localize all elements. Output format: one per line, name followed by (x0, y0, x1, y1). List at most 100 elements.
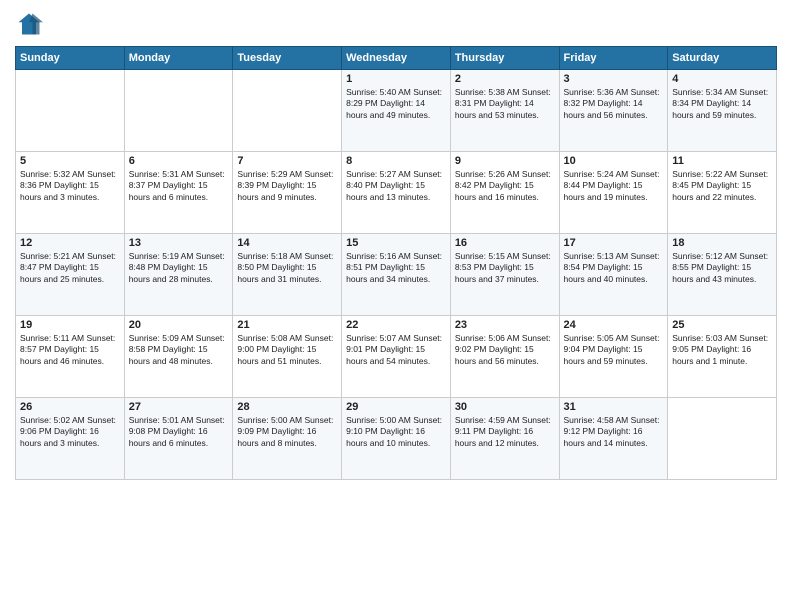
day-number: 1 (346, 73, 446, 85)
day-content: Sunrise: 5:18 AM Sunset: 8:50 PM Dayligh… (237, 251, 337, 285)
day-number: 20 (129, 319, 229, 331)
day-content: Sunrise: 5:21 AM Sunset: 8:47 PM Dayligh… (20, 251, 120, 285)
day-content: Sunrise: 5:03 AM Sunset: 9:05 PM Dayligh… (672, 333, 772, 367)
week-row-0: 1 Sunrise: 5:40 AM Sunset: 8:29 PM Daylig… (16, 70, 777, 152)
col-header-monday: Monday (124, 47, 233, 70)
day-cell: 11Sunrise: 5:22 AM Sunset: 8:45 PM Dayli… (668, 152, 777, 234)
logo-icon (15, 10, 43, 38)
day-cell: 16Sunrise: 5:15 AM Sunset: 8:53 PM Dayli… (450, 234, 559, 316)
day-content: Sunrise: 5:01 AM Sunset: 9:08 PM Dayligh… (129, 415, 229, 449)
day-number: 12 (20, 237, 120, 249)
day-cell: 30 Sunrise: 4:59 AM Sunset: 9:11 PM Dayli… (450, 398, 559, 480)
day-content: Sunrise: 5:02 AM Sunset: 9:06 PM Dayligh… (20, 415, 120, 449)
day-content: Sunrise: 5:08 AM Sunset: 9:00 PM Dayligh… (237, 333, 337, 367)
day-content: Sunrise: 5:00 AM Sunset: 9:09 PM Dayligh… (237, 415, 337, 449)
day-cell: 20 Sunrise: 5:09 AM Sunset: 8:58 PM Dayli… (124, 316, 233, 398)
day-cell (668, 398, 777, 480)
day-cell: 14 Sunrise: 5:18 AM Sunset: 8:50 PM Dayli… (233, 234, 342, 316)
day-cell: 12 Sunrise: 5:21 AM Sunset: 8:47 PM Dayli… (16, 234, 125, 316)
day-number: 9 (455, 155, 555, 167)
day-cell: 13 Sunrise: 5:19 AM Sunset: 8:48 PM Dayli… (124, 234, 233, 316)
day-cell: 22 Sunrise: 5:07 AM Sunset: 9:01 PM Dayli… (342, 316, 451, 398)
day-number: 14 (237, 237, 337, 249)
day-cell (124, 70, 233, 152)
day-number: 21 (237, 319, 337, 331)
logo (15, 10, 47, 38)
day-cell: 7 Sunrise: 5:29 AM Sunset: 8:39 PM Daylig… (233, 152, 342, 234)
day-number: 11 (672, 155, 772, 167)
day-number: 28 (237, 401, 337, 413)
day-cell: 26 Sunrise: 5:02 AM Sunset: 9:06 PM Dayli… (16, 398, 125, 480)
day-content: Sunrise: 4:58 AM Sunset: 9:12 PM Dayligh… (564, 415, 664, 449)
day-number: 5 (20, 155, 120, 167)
day-content: Sunrise: 5:40 AM Sunset: 8:29 PM Dayligh… (346, 87, 446, 121)
day-cell: 28 Sunrise: 5:00 AM Sunset: 9:09 PM Dayli… (233, 398, 342, 480)
calendar-table: SundayMondayTuesdayWednesdayThursdayFrid… (15, 46, 777, 480)
day-number: 22 (346, 319, 446, 331)
day-number: 7 (237, 155, 337, 167)
day-content: Sunrise: 5:29 AM Sunset: 8:39 PM Dayligh… (237, 169, 337, 203)
day-cell: 25 Sunrise: 5:03 AM Sunset: 9:05 PM Dayli… (668, 316, 777, 398)
day-number: 30 (455, 401, 555, 413)
day-cell: 9 Sunrise: 5:26 AM Sunset: 8:42 PM Daylig… (450, 152, 559, 234)
day-number: 26 (20, 401, 120, 413)
day-cell: 8 Sunrise: 5:27 AM Sunset: 8:40 PM Daylig… (342, 152, 451, 234)
day-number: 19 (20, 319, 120, 331)
day-number: 31 (564, 401, 664, 413)
day-number: 8 (346, 155, 446, 167)
day-number: 6 (129, 155, 229, 167)
day-number: 17 (564, 237, 664, 249)
day-number: 15 (346, 237, 446, 249)
day-number: 29 (346, 401, 446, 413)
day-cell: 1 Sunrise: 5:40 AM Sunset: 8:29 PM Daylig… (342, 70, 451, 152)
day-number: 10 (564, 155, 664, 167)
header-row: SundayMondayTuesdayWednesdayThursdayFrid… (16, 47, 777, 70)
header (15, 10, 777, 38)
day-content: Sunrise: 5:09 AM Sunset: 8:58 PM Dayligh… (129, 333, 229, 367)
week-row-4: 26 Sunrise: 5:02 AM Sunset: 9:06 PM Dayli… (16, 398, 777, 480)
day-content: Sunrise: 5:06 AM Sunset: 9:02 PM Dayligh… (455, 333, 555, 367)
day-cell (16, 70, 125, 152)
day-number: 23 (455, 319, 555, 331)
day-content: Sunrise: 5:26 AM Sunset: 8:42 PM Dayligh… (455, 169, 555, 203)
day-cell: 27 Sunrise: 5:01 AM Sunset: 9:08 PM Dayli… (124, 398, 233, 480)
week-row-3: 19 Sunrise: 5:11 AM Sunset: 8:57 PM Dayli… (16, 316, 777, 398)
day-cell: 31 Sunrise: 4:58 AM Sunset: 9:12 PM Dayli… (559, 398, 668, 480)
day-number: 27 (129, 401, 229, 413)
calendar-container: SundayMondayTuesdayWednesdayThursdayFrid… (0, 0, 792, 490)
day-cell: 19 Sunrise: 5:11 AM Sunset: 8:57 PM Dayli… (16, 316, 125, 398)
day-content: Sunrise: 5:11 AM Sunset: 8:57 PM Dayligh… (20, 333, 120, 367)
day-number: 16 (455, 237, 555, 249)
day-content: Sunrise: 5:00 AM Sunset: 9:10 PM Dayligh… (346, 415, 446, 449)
col-header-tuesday: Tuesday (233, 47, 342, 70)
day-cell: 23 Sunrise: 5:06 AM Sunset: 9:02 PM Dayli… (450, 316, 559, 398)
day-cell: 6 Sunrise: 5:31 AM Sunset: 8:37 PM Daylig… (124, 152, 233, 234)
day-cell: 5Sunrise: 5:32 AM Sunset: 8:36 PM Daylig… (16, 152, 125, 234)
day-cell: 2Sunrise: 5:38 AM Sunset: 8:31 PM Daylig… (450, 70, 559, 152)
day-content: Sunrise: 5:13 AM Sunset: 8:54 PM Dayligh… (564, 251, 664, 285)
day-cell: 3Sunrise: 5:36 AM Sunset: 8:32 PM Daylig… (559, 70, 668, 152)
day-content: Sunrise: 5:27 AM Sunset: 8:40 PM Dayligh… (346, 169, 446, 203)
day-cell (233, 70, 342, 152)
day-content: Sunrise: 5:24 AM Sunset: 8:44 PM Dayligh… (564, 169, 664, 203)
col-header-wednesday: Wednesday (342, 47, 451, 70)
day-number: 13 (129, 237, 229, 249)
day-cell: 17 Sunrise: 5:13 AM Sunset: 8:54 PM Dayli… (559, 234, 668, 316)
day-cell: 24Sunrise: 5:05 AM Sunset: 9:04 PM Dayli… (559, 316, 668, 398)
day-content: Sunrise: 5:07 AM Sunset: 9:01 PM Dayligh… (346, 333, 446, 367)
day-number: 25 (672, 319, 772, 331)
col-header-thursday: Thursday (450, 47, 559, 70)
day-content: Sunrise: 4:59 AM Sunset: 9:11 PM Dayligh… (455, 415, 555, 449)
week-row-2: 12 Sunrise: 5:21 AM Sunset: 8:47 PM Dayli… (16, 234, 777, 316)
day-content: Sunrise: 5:34 AM Sunset: 8:34 PM Dayligh… (672, 87, 772, 121)
day-cell: 21 Sunrise: 5:08 AM Sunset: 9:00 PM Dayli… (233, 316, 342, 398)
day-content: Sunrise: 5:12 AM Sunset: 8:55 PM Dayligh… (672, 251, 772, 285)
col-header-sunday: Sunday (16, 47, 125, 70)
day-content: Sunrise: 5:38 AM Sunset: 8:31 PM Dayligh… (455, 87, 555, 121)
day-cell: 29 Sunrise: 5:00 AM Sunset: 9:10 PM Dayli… (342, 398, 451, 480)
day-number: 4 (672, 73, 772, 85)
col-header-saturday: Saturday (668, 47, 777, 70)
day-cell: 10 Sunrise: 5:24 AM Sunset: 8:44 PM Dayli… (559, 152, 668, 234)
day-content: Sunrise: 5:19 AM Sunset: 8:48 PM Dayligh… (129, 251, 229, 285)
day-content: Sunrise: 5:31 AM Sunset: 8:37 PM Dayligh… (129, 169, 229, 203)
